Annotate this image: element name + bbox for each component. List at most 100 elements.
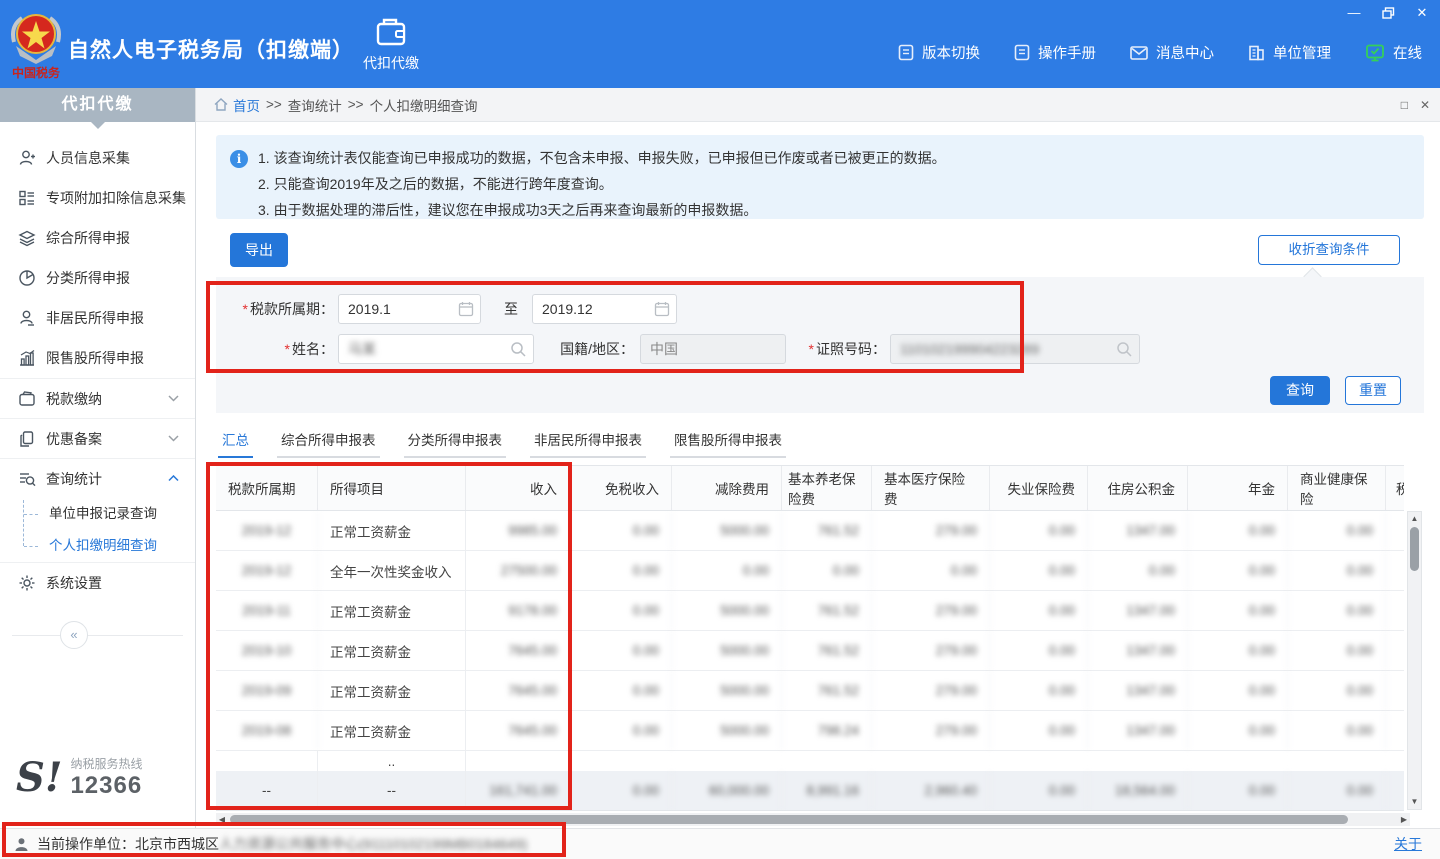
menu-online-status[interactable]: 在线 bbox=[1365, 42, 1422, 63]
chevron-up-icon bbox=[168, 475, 179, 482]
panel-caret bbox=[1303, 267, 1321, 285]
table-row[interactable]: 2019-10正常工资薪金7645.000.005000.00761.52279… bbox=[216, 631, 1404, 671]
table-cell: 0.00 bbox=[990, 591, 1088, 630]
table-cell: 0.00 bbox=[990, 671, 1088, 710]
wallet-briefcase-icon bbox=[374, 18, 408, 46]
table-cell: 正常工资薪金 bbox=[318, 591, 466, 630]
sidebar-item-preference-filing[interactable]: 优惠备案 bbox=[0, 418, 195, 458]
table-row[interactable]: 2019-12正常工资薪金9985.000.005000.00761.52279… bbox=[216, 511, 1404, 551]
table-cell: 761.52 bbox=[782, 511, 872, 550]
table-cell: 0.00 bbox=[570, 551, 672, 590]
table-cell: 2019-12 bbox=[216, 551, 318, 590]
sidebar-item-tax-payment[interactable]: 税款缴纳 bbox=[0, 378, 195, 418]
name-label: *姓名： bbox=[256, 334, 334, 364]
sidebar-subitem-personal-withholding-query[interactable]: 个人扣缴明细查询 bbox=[0, 530, 195, 562]
emblem-caption-svg: 中国税务 bbox=[12, 65, 61, 80]
table-cell: 7645.00 bbox=[466, 631, 570, 670]
sidebar-collapse-button[interactable]: « bbox=[60, 621, 88, 649]
menu-version-switch[interactable]: 版本切换 bbox=[898, 42, 980, 63]
name-input[interactable]: 马某 bbox=[338, 334, 534, 364]
reset-button[interactable]: 重置 bbox=[1345, 376, 1401, 405]
table-cell: 正常工资薪金 bbox=[318, 711, 466, 750]
menu-manual[interactable]: 操作手册 bbox=[1014, 42, 1096, 63]
sidebar-item-comprehensive-income[interactable]: 综合所得申报 bbox=[0, 218, 195, 258]
page-close-icon[interactable]: ✕ bbox=[1420, 98, 1430, 112]
table-row[interactable]: 2019-08正常工资薪金7645.000.005000.00798.24279… bbox=[216, 711, 1404, 751]
collapse-filters-button[interactable]: 收折查询条件 bbox=[1258, 235, 1400, 265]
export-button[interactable]: 导出 bbox=[230, 233, 288, 267]
table-cell: 正常工资薪金 bbox=[318, 631, 466, 670]
column-header: 失业保险费 bbox=[990, 466, 1088, 510]
tab-comprehensive-income[interactable]: 综合所得申报表 bbox=[277, 425, 380, 458]
sidebar-item-special-deduction[interactable]: 专项附加扣除信息采集 bbox=[0, 178, 195, 218]
period-to-value: 2019.12 bbox=[542, 301, 593, 317]
table-cell bbox=[1386, 551, 1404, 590]
table-cell: 1347.00 bbox=[1088, 711, 1188, 750]
search-icon[interactable] bbox=[1116, 341, 1133, 358]
breadcrumb-level2: 个人扣缴明细查询 bbox=[370, 95, 478, 115]
calendar-icon[interactable] bbox=[458, 301, 474, 317]
vertical-scrollbar[interactable]: ▲ ▼ bbox=[1407, 511, 1422, 810]
sidebar-item-label: 系统设置 bbox=[46, 573, 102, 593]
table-cell: 0.00 bbox=[570, 671, 672, 710]
about-link[interactable]: 关于 bbox=[1394, 834, 1422, 854]
scroll-down-arrow-icon[interactable]: ▼ bbox=[1408, 795, 1421, 809]
chevron-down-icon bbox=[168, 395, 179, 402]
scroll-up-arrow-icon[interactable]: ▲ bbox=[1408, 512, 1421, 526]
sidebar-item-nonresident-income[interactable]: 非居民所得申报 bbox=[0, 298, 195, 338]
table-body: 2019-12正常工资薪金9985.000.005000.00761.52279… bbox=[216, 511, 1404, 751]
window-restore-button[interactable] bbox=[1378, 4, 1398, 22]
table-cell: 0.00 bbox=[990, 511, 1088, 550]
table-cell: 27500.00 bbox=[466, 551, 570, 590]
online-monitor-icon bbox=[1365, 44, 1385, 62]
table-cell: 2,960.40 bbox=[872, 771, 990, 810]
user-icon bbox=[14, 837, 29, 852]
sidebar-item-system-settings[interactable]: 系统设置 bbox=[0, 563, 195, 603]
menu-message-center[interactable]: 消息中心 bbox=[1130, 42, 1214, 63]
period-from-input[interactable]: 2019.1 bbox=[338, 294, 481, 324]
horizontal-scroll-thumb[interactable] bbox=[230, 815, 1348, 824]
sidebar-item-label: 专项附加扣除信息采集 bbox=[46, 188, 186, 208]
period-to-input[interactable]: 2019.12 bbox=[532, 294, 677, 324]
table-cell bbox=[1386, 511, 1404, 550]
vertical-scroll-thumb[interactable] bbox=[1410, 527, 1419, 571]
tab-nonresident-income[interactable]: 非居民所得申报表 bbox=[530, 425, 646, 458]
table-cell: 0.00 bbox=[1188, 711, 1288, 750]
required-mark: * bbox=[285, 341, 290, 357]
nationality-value: 中国 bbox=[650, 341, 678, 357]
column-header: 住房公积金 bbox=[1088, 466, 1188, 510]
menu-unit-management[interactable]: 单位管理 bbox=[1248, 42, 1331, 63]
window-minimize-button[interactable]: — bbox=[1344, 4, 1364, 22]
table-cell: 0.00 bbox=[1288, 671, 1386, 710]
search-icon[interactable] bbox=[510, 341, 527, 358]
column-header: 基本养老保险费 bbox=[782, 466, 872, 510]
tab-summary[interactable]: 汇总 bbox=[218, 425, 253, 458]
table-row[interactable]: 2019-09正常工资薪金7645.000.005000.00761.52279… bbox=[216, 671, 1404, 711]
calendar-icon[interactable] bbox=[654, 301, 670, 317]
tab-restricted-stock[interactable]: 限售股所得申报表 bbox=[670, 425, 786, 458]
table-cell: 0.00 bbox=[1188, 551, 1288, 590]
scroll-left-arrow-icon[interactable]: ◀ bbox=[216, 813, 228, 826]
sidebar-item-restricted-stock[interactable]: 限售股所得申报 bbox=[0, 338, 195, 378]
breadcrumb-home-link[interactable]: 首页 bbox=[214, 95, 260, 115]
nav-tab-daikoudaijiao[interactable]: 代扣代缴 bbox=[345, 16, 437, 80]
notice-box: i 1. 该查询统计表仅能查询已申报成功的数据，不包含未申报、申报失败，已申报但… bbox=[216, 135, 1424, 219]
horizontal-scrollbar[interactable]: ◀ ▶ bbox=[216, 813, 1410, 826]
scroll-right-arrow-icon[interactable]: ▶ bbox=[1398, 813, 1410, 826]
page-restore-icon[interactable]: □ bbox=[1401, 98, 1408, 112]
table-cell: -- bbox=[318, 771, 466, 810]
table-cell: 全年一次性奖金收入 bbox=[318, 551, 466, 590]
sidebar-item-personnel-info[interactable]: 人员信息采集 bbox=[0, 138, 195, 178]
sidebar-item-label: 分类所得申报 bbox=[46, 268, 130, 288]
table-cell: 0.00 bbox=[1288, 591, 1386, 630]
window-close-button[interactable]: ✕ bbox=[1412, 4, 1432, 22]
current-unit-name-blurred: 人力资源公共服务中心(91110102199MB0184649) bbox=[219, 834, 527, 854]
sidebar-item-classified-income[interactable]: 分类所得申报 bbox=[0, 258, 195, 298]
search-list-icon bbox=[18, 470, 36, 488]
table-row[interactable]: 2019-12全年一次性奖金收入27500.000.000.000.000.00… bbox=[216, 551, 1404, 591]
table-row[interactable]: 2019-11正常工资薪金9178.000.005000.00761.52279… bbox=[216, 591, 1404, 631]
sidebar-subitem-unit-declaration-query[interactable]: 单位申报记录查询 bbox=[0, 498, 195, 530]
query-button[interactable]: 查询 bbox=[1270, 376, 1330, 405]
tab-classified-income[interactable]: 分类所得申报表 bbox=[404, 425, 507, 458]
sidebar-item-query-statistics[interactable]: 查询统计 bbox=[0, 458, 195, 498]
